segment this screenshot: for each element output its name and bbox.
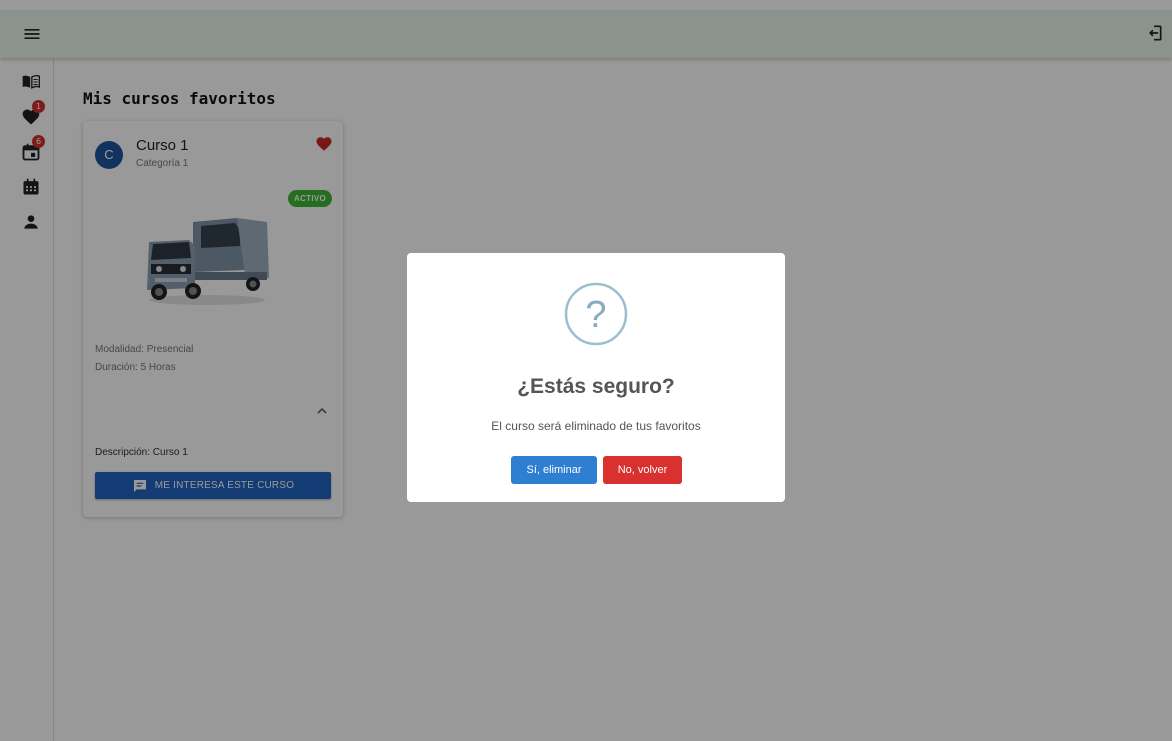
question-icon: ? bbox=[564, 282, 628, 346]
dialog-title: ¿Estás seguro? bbox=[517, 375, 675, 398]
confirm-dialog: ? ¿Estás seguro? El curso será eliminado… bbox=[407, 253, 785, 502]
cancel-button[interactable]: No, volver bbox=[603, 456, 682, 484]
confirm-delete-button[interactable]: Sí, eliminar bbox=[511, 456, 597, 484]
svg-text:?: ? bbox=[585, 294, 606, 336]
dialog-message: El curso será eliminado de tus favoritos bbox=[491, 419, 701, 433]
